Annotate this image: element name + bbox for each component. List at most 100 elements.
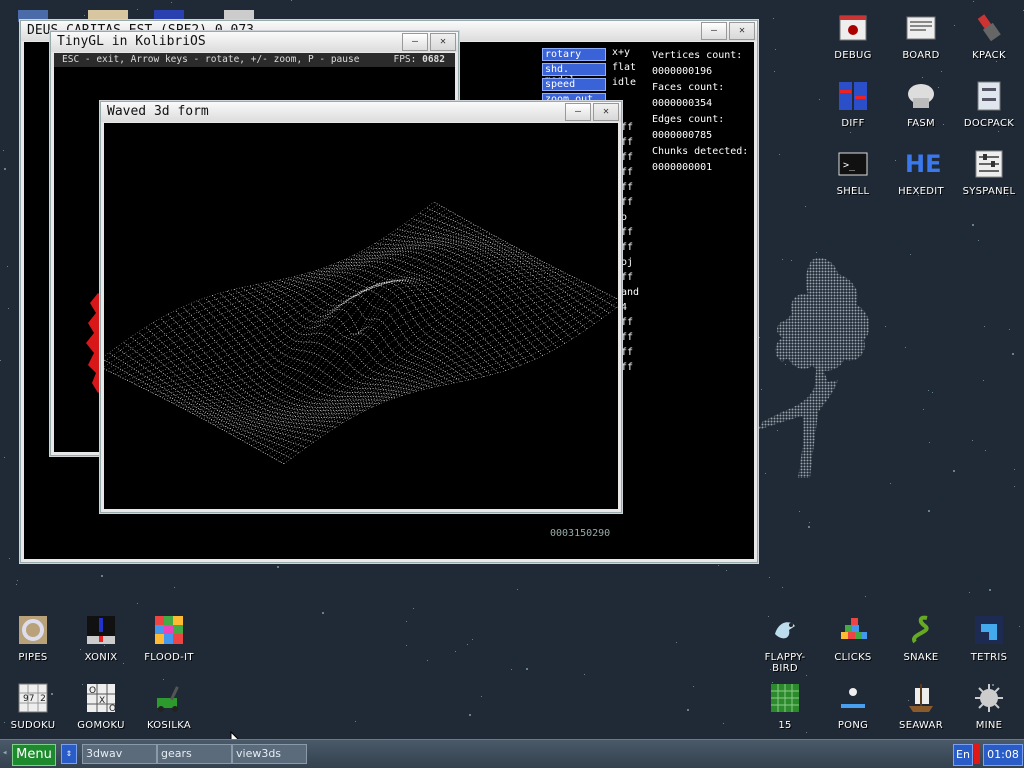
- language-indicator[interactable]: En: [953, 744, 973, 766]
- docpack-icon: [973, 80, 1005, 112]
- side-list-item: ff: [621, 227, 634, 238]
- desktop-icon-flood-it[interactable]: FLOOD-IT: [137, 614, 201, 663]
- desktop-icon-label: DEBUG: [834, 50, 872, 61]
- taskbar: ◂ Menu ⇕ 3dwav gears view3ds En 01:08: [0, 739, 1024, 768]
- desktop-icon-label: FLOOD-IT: [144, 652, 194, 663]
- kosilka-icon: [153, 682, 185, 714]
- side-list-item: 4: [621, 302, 628, 313]
- task-switch-icon[interactable]: ⇕: [61, 744, 77, 764]
- desktop-icon-gomoku[interactable]: O X O GOMOKU: [69, 682, 133, 731]
- desktop-icon-label: KOSILKA: [146, 720, 192, 731]
- desktop-icon-syspanel[interactable]: SYSPANEL: [957, 148, 1021, 197]
- control-value: x+y: [612, 47, 631, 58]
- minimize-button[interactable]: —: [565, 103, 591, 121]
- tinygl-hint: ESC - exit, Arrow keys - rotate, +/- zoo…: [62, 54, 360, 65]
- fps-label: FPS:: [393, 54, 417, 65]
- desktop-icon-mine[interactable]: MINE: [957, 682, 1021, 731]
- xonix-icon: [85, 614, 117, 646]
- desktop-icon-shell[interactable]: >_ SHELL: [821, 148, 885, 197]
- edges-label: Edges count:: [652, 114, 725, 125]
- desktop-icon-label: HEXEDIT: [898, 186, 944, 197]
- task-view3ds[interactable]: view3ds: [232, 744, 307, 764]
- control-shd-model-button[interactable]: shd. model: [542, 63, 606, 86]
- task-3dwav[interactable]: 3dwav: [82, 744, 157, 764]
- fps-value: 0682: [422, 54, 445, 65]
- desktop-icon-label: DIFF: [841, 118, 865, 129]
- edges-value: 0000000785: [652, 130, 713, 141]
- chunks-value: 0000000001: [652, 162, 713, 173]
- side-list-item: ff: [621, 332, 634, 343]
- side-list-item: ff: [621, 137, 634, 148]
- waved-window[interactable]: Waved 3d form — ✕: [93, 101, 625, 513]
- desktop-icon-kpack[interactable]: KPACK: [957, 12, 1021, 61]
- control-value: idle: [612, 77, 637, 88]
- desktop-icon-label: MINE: [975, 720, 1003, 731]
- scroll-left-arrow-icon[interactable]: ◂: [2, 748, 7, 758]
- close-button[interactable]: ✕: [729, 22, 755, 40]
- desktop-icon-pong[interactable]: PONG: [821, 682, 885, 731]
- desktop-icon-label: FLAPPY-BIRD: [764, 652, 806, 674]
- pipes-icon: [17, 614, 49, 646]
- flood-it-icon: [153, 614, 185, 646]
- desktop-icon-debug[interactable]: DEBUG: [821, 12, 885, 61]
- desktop-icon-diff[interactable]: DIFF: [821, 80, 885, 129]
- syspanel-icon: [973, 148, 1005, 180]
- desktop-icon-xonix[interactable]: XONIX: [69, 614, 133, 663]
- board-icon: [905, 12, 937, 44]
- desktop-icon-sudoku[interactable]: 97 2 SUDOKU: [1, 682, 65, 731]
- side-list-item: ff: [621, 362, 634, 373]
- desktop-icon-board[interactable]: BOARD: [889, 12, 953, 61]
- side-list-item: ff: [621, 242, 634, 253]
- svg-text:O: O: [109, 704, 116, 714]
- menu-button[interactable]: Menu: [12, 744, 56, 766]
- desktop-icon-label: DOCPACK: [963, 118, 1015, 129]
- faces-value: 0000000354: [652, 98, 713, 109]
- desktop-icon-flappy-bird[interactable]: FLAPPY-BIRD: [753, 614, 817, 674]
- desktop-icon-fasm[interactable]: FASM: [889, 80, 953, 129]
- tinygl-title: TinyGL in KolibriOS: [57, 34, 206, 49]
- fasm-icon: [905, 80, 937, 112]
- desktop-icon-seawar[interactable]: SEAWAR: [889, 682, 953, 731]
- frame-counter: 0003150290: [550, 528, 611, 539]
- desktop-icon-hexedit[interactable]: HE HEXEDIT: [889, 148, 953, 197]
- desktop-icon-pipes[interactable]: PIPES: [1, 614, 65, 663]
- control-row: speed idle: [542, 76, 652, 91]
- desktop-icon-label: GOMOKU: [77, 720, 125, 731]
- close-button[interactable]: ✕: [430, 33, 456, 51]
- clock[interactable]: 01:08: [983, 744, 1023, 766]
- kpack-icon: [973, 12, 1005, 44]
- close-button[interactable]: ✕: [593, 103, 619, 121]
- control-row: shd. model flat: [542, 61, 652, 86]
- view3ds-controls: rotaryx+yshd. modelflatspeedidlezoom out: [542, 46, 652, 106]
- desktop-icon-snake[interactable]: SNAKE: [889, 614, 953, 663]
- desktop-icon-label: PIPES: [18, 652, 48, 663]
- svg-text:X: X: [99, 696, 105, 706]
- tinygl-hint-bar: ESC - exit, Arrow keys - rotate, +/- zoo…: [54, 53, 455, 67]
- side-list-item: and: [621, 287, 640, 298]
- faces-label: Faces count:: [652, 82, 725, 93]
- control-speed-button[interactable]: speed: [542, 78, 606, 91]
- tinygl-titlebar[interactable]: TinyGL in KolibriOS — ✕: [51, 32, 458, 52]
- side-list-item: ff: [621, 122, 634, 133]
- desktop-icon-tetris[interactable]: TETRIS: [957, 614, 1021, 663]
- desktop-icon-label: PONG: [837, 720, 869, 731]
- seawar-icon: [905, 682, 937, 714]
- waved-titlebar[interactable]: Waved 3d form — ✕: [101, 102, 621, 122]
- flappy-bird-icon: [769, 614, 801, 646]
- status-bar-red: [974, 744, 980, 764]
- task-gears[interactable]: gears: [157, 744, 232, 764]
- minimize-button[interactable]: —: [701, 22, 727, 40]
- desktop-icon-label: TETRIS: [970, 652, 1008, 663]
- desktop-icon-docpack[interactable]: DOCPACK: [957, 80, 1021, 129]
- minimize-button[interactable]: —: [402, 33, 428, 51]
- svg-text:>_: >_: [843, 160, 856, 171]
- desktop-icon-label: SUDOKU: [10, 720, 56, 731]
- pong-icon: [837, 682, 869, 714]
- desktop-icon-label: SYSPANEL: [962, 186, 1016, 197]
- control-rotary-button[interactable]: rotary: [542, 48, 606, 61]
- mine-icon: [973, 682, 1005, 714]
- desktop-icon-kosilka[interactable]: KOSILKA: [137, 682, 201, 731]
- clicks-icon: [837, 614, 869, 646]
- desktop-icon-clicks[interactable]: CLICKS: [821, 614, 885, 663]
- desktop-icon-15[interactable]: 15: [753, 682, 817, 731]
